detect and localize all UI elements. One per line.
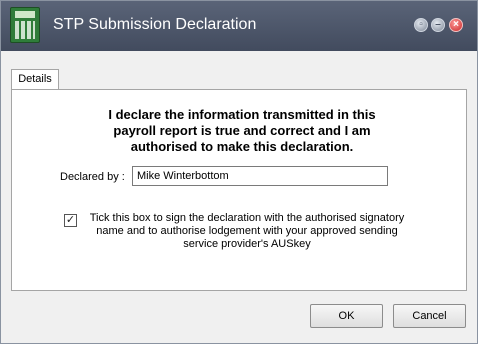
details-panel: I declare the information transmitted in… <box>11 89 467 291</box>
sign-declaration-checkbox[interactable]: ✓ <box>64 214 77 227</box>
close-button[interactable]: × <box>449 18 463 32</box>
declared-by-label: Declared by : <box>60 171 125 183</box>
dialog-window: STP Submission Declaration ▫ – × Details… <box>0 0 478 344</box>
restore-button[interactable]: ▫ <box>414 18 428 32</box>
minimize-button[interactable]: – <box>431 18 445 32</box>
window-title: STP Submission Declaration <box>53 16 257 33</box>
declared-by-input[interactable] <box>132 166 388 186</box>
cancel-button[interactable]: Cancel <box>393 304 466 328</box>
ok-button[interactable]: OK <box>310 304 383 328</box>
minimize-icon: – <box>435 19 441 30</box>
declaration-heading: I declare the information transmitted in… <box>108 107 376 154</box>
restore-icon: ▫ <box>419 19 423 30</box>
close-icon: × <box>453 19 459 30</box>
checkmark-icon: ✓ <box>65 214 76 226</box>
title-bar[interactable]: STP Submission Declaration ▫ – × <box>1 1 477 51</box>
tab-details[interactable]: Details <box>11 69 59 90</box>
sign-declaration-label[interactable]: Tick this box to sign the declaration wi… <box>86 212 408 251</box>
calculator-icon <box>10 7 40 43</box>
